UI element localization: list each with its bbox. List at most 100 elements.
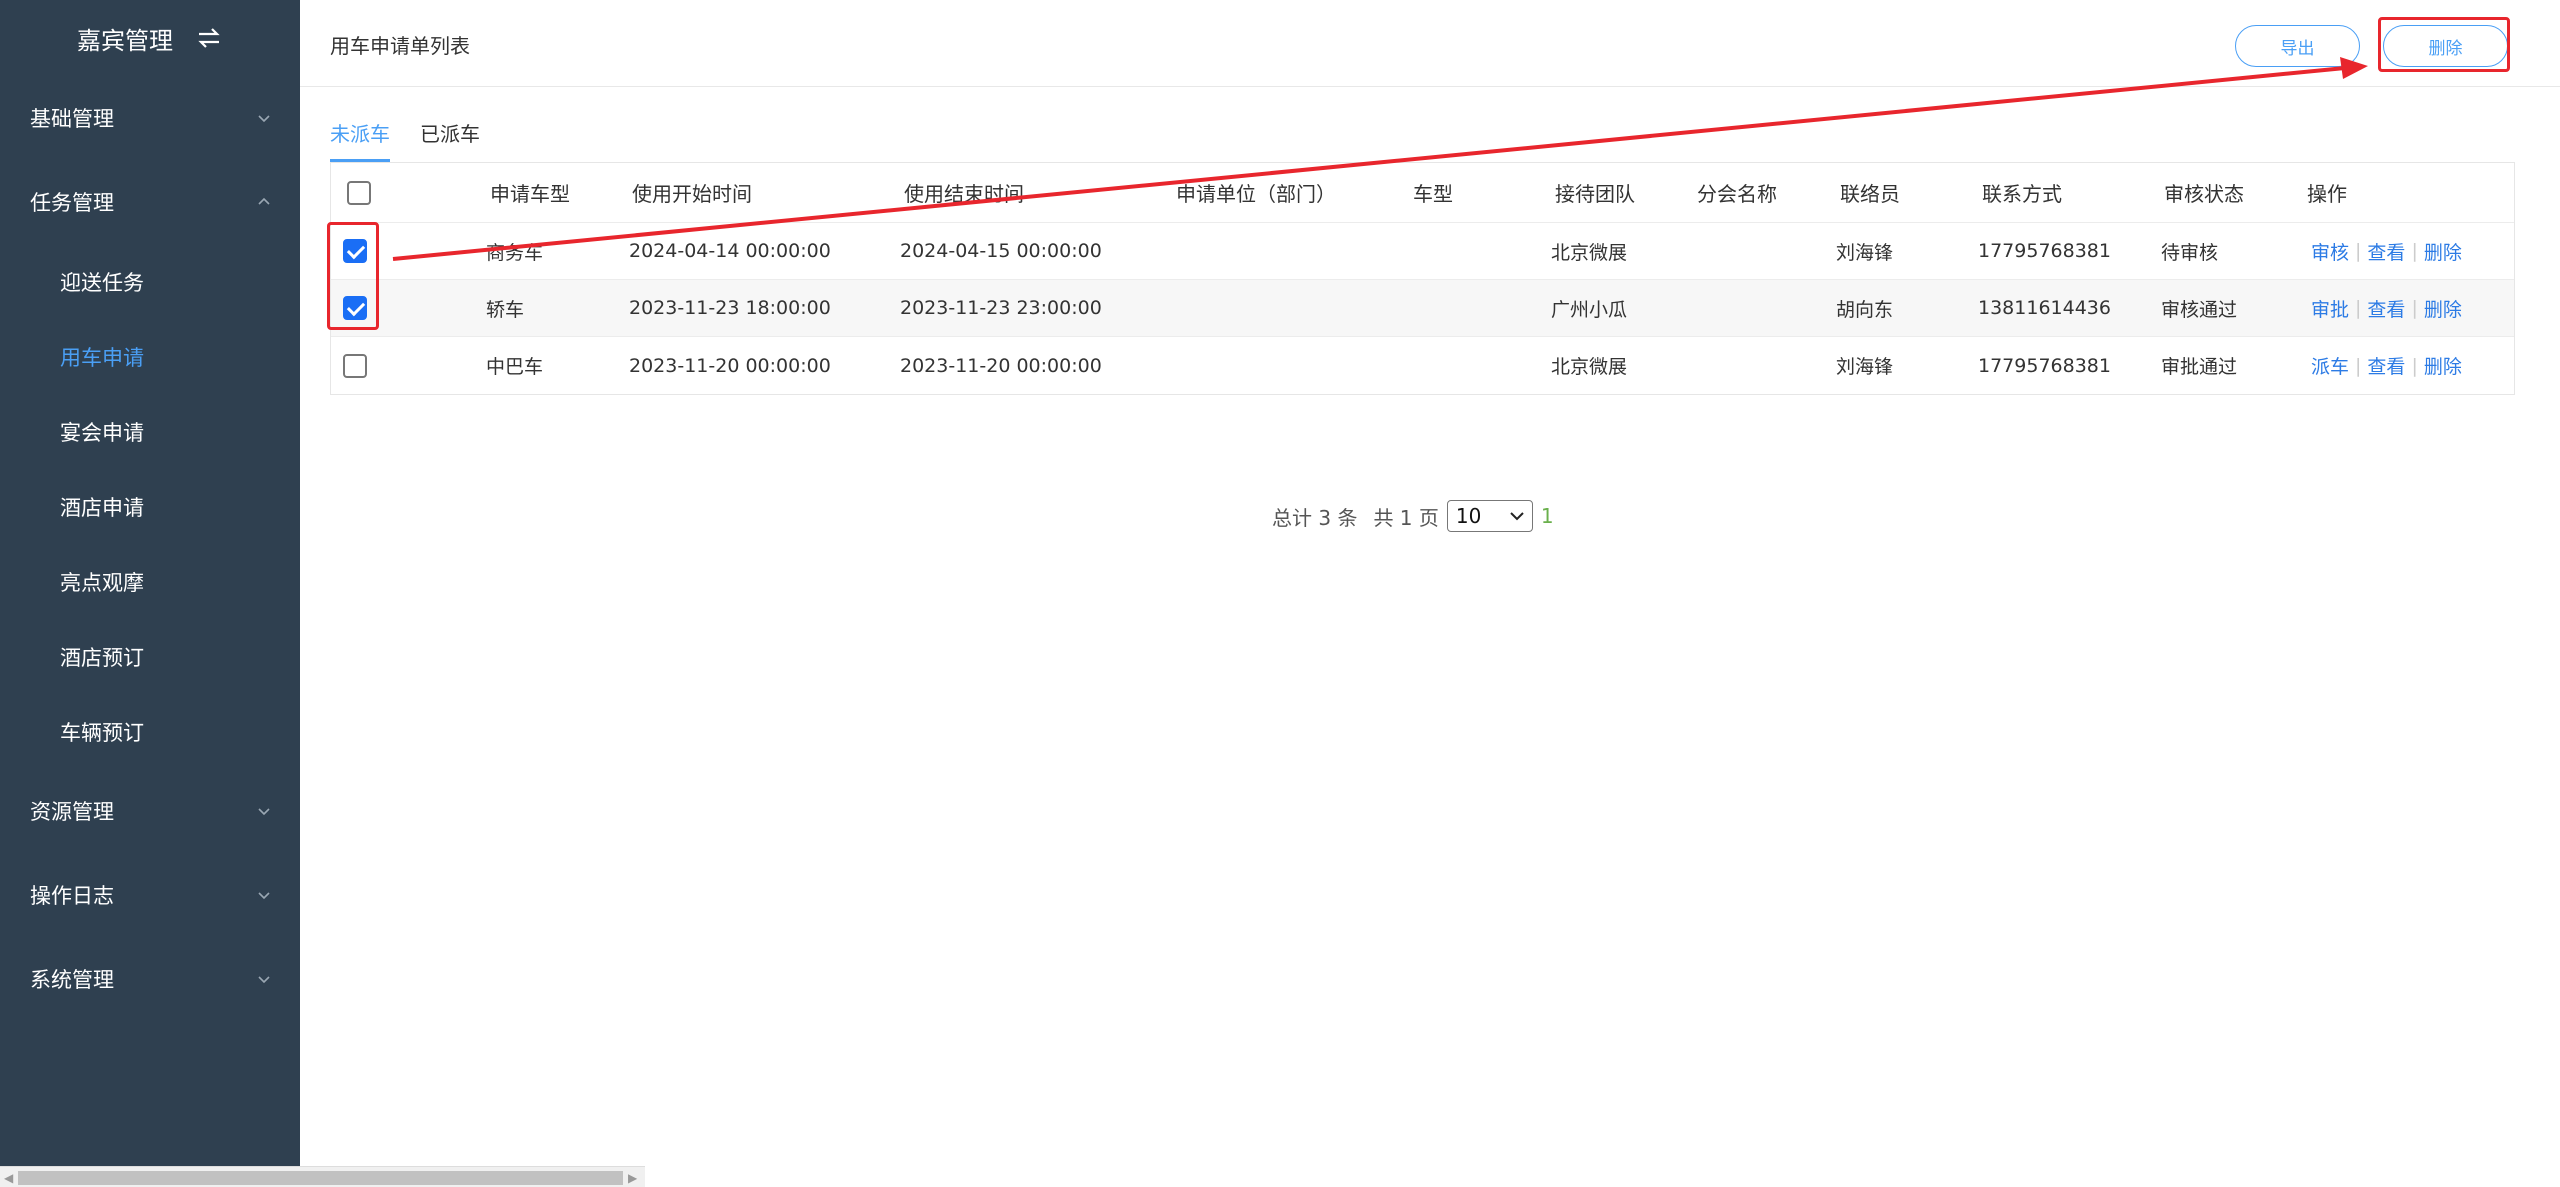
- cell-vehicle: 中巴车: [486, 356, 544, 378]
- view-link[interactable]: 查看: [2367, 352, 2405, 379]
- column-header: 车型: [1413, 182, 1453, 206]
- row-select-cell: [343, 280, 367, 336]
- menu-group-tasks[interactable]: 任务管理: [0, 160, 300, 244]
- menu-group-label: 基础管理: [30, 107, 114, 131]
- page-link-current[interactable]: 1: [1541, 504, 1554, 528]
- column-header: 接待团队: [1555, 182, 1635, 206]
- select-all-cell: [347, 163, 371, 222]
- action-divider: |: [2411, 240, 2418, 262]
- chevron-up-icon: [258, 197, 270, 205]
- sidebar-item-vehicle-requests[interactable]: 用车申请: [0, 319, 300, 394]
- dispatch-link[interactable]: 派车: [2311, 352, 2349, 379]
- page-size-select[interactable]: 10: [1446, 500, 1533, 532]
- column-header: 申请车型: [490, 182, 570, 206]
- cell-team: 广州小瓜: [1551, 298, 1628, 321]
- menu-group-label: 操作日志: [30, 884, 114, 908]
- cell-status: 审核通过: [2161, 298, 2238, 321]
- table-row: 中巴车 2023-11-20 00:00:00 2023-11-20 00:00…: [331, 337, 2514, 394]
- tab-not-dispatched[interactable]: 未派车: [330, 118, 390, 162]
- cell-start-time: 2023-11-23 18:00:00: [629, 297, 831, 319]
- cell-start-time: 2023-11-20 00:00:00: [629, 354, 831, 377]
- pagination: 总计 3 条 共 1 页 10 1: [1272, 500, 1554, 532]
- menu-group-system[interactable]: 系统管理: [0, 937, 300, 1021]
- menu-group-label: 系统管理: [30, 968, 114, 992]
- column-header: 使用开始时间: [632, 182, 752, 206]
- cell-end-time: 2024-04-15 00:00:00: [900, 240, 1102, 262]
- cell-actions: 审核 | 查看 | 删除: [2311, 223, 2462, 279]
- column-header: 使用结束时间: [904, 182, 1024, 206]
- cell-phone: 17795768381: [1978, 354, 2111, 377]
- chevron-down-icon: [258, 808, 270, 816]
- column-header: 分会名称: [1697, 182, 1777, 206]
- total-count: 总计 3 条: [1272, 505, 1358, 530]
- row-checkbox[interactable]: [343, 353, 367, 378]
- cell-phone: 13811614436: [1978, 297, 2111, 319]
- cell-status: 待审核: [2161, 241, 2219, 264]
- cell-actions: 派车 | 查看 | 删除: [2311, 337, 2462, 394]
- tab-bar: 未派车 已派车: [330, 118, 480, 162]
- sidebar-brand: 嘉宾管理: [0, 0, 300, 76]
- sidebar-item-pickup-tasks[interactable]: 迎送任务: [0, 244, 300, 319]
- cell-contact: 刘海锋: [1836, 356, 1894, 378]
- view-link[interactable]: 查看: [2367, 238, 2405, 265]
- cell-end-time: 2023-11-20 00:00:00: [900, 354, 1102, 377]
- delete-link[interactable]: 删除: [2424, 352, 2462, 379]
- review-link[interactable]: 审核: [2311, 238, 2349, 265]
- sidebar-item-hotel-requests[interactable]: 酒店申请: [0, 469, 300, 544]
- delete-button[interactable]: 删除: [2383, 25, 2508, 67]
- sidebar-item-hotel-booking[interactable]: 酒店预订: [0, 619, 300, 694]
- menu-group-resources[interactable]: 资源管理: [0, 769, 300, 853]
- switch-icon[interactable]: [195, 26, 223, 50]
- chevron-down-icon: [258, 892, 270, 900]
- table-row: 商务车 2024-04-14 00:00:00 2024-04-15 00:00…: [331, 223, 2514, 280]
- sidebar-item-banquet-requests[interactable]: 宴会申请: [0, 394, 300, 469]
- cell-contact: 胡向东: [1836, 298, 1894, 321]
- table-header-row: 申请车型 使用开始时间 使用结束时间 申请单位（部门） 车型 接待团队 分会名称…: [331, 163, 2514, 223]
- sidebar-item-highlight-tours[interactable]: 亮点观摩: [0, 544, 300, 619]
- tab-dispatched[interactable]: 已派车: [420, 118, 480, 162]
- scrollbar-thumb[interactable]: [18, 1171, 623, 1185]
- sidebar-item-vehicle-booking[interactable]: 车辆预订: [0, 694, 300, 769]
- row-select-cell: [343, 337, 367, 394]
- chevron-down-icon: [258, 976, 270, 984]
- column-header: 申请单位（部门）: [1176, 182, 1336, 206]
- cell-end-time: 2023-11-23 23:00:00: [900, 297, 1102, 319]
- row-checkbox[interactable]: [343, 239, 367, 263]
- menu-group-label: 资源管理: [30, 800, 114, 824]
- page-size-value: 10: [1455, 504, 1482, 528]
- scroll-left-icon[interactable]: ◀: [4, 1171, 13, 1185]
- cell-team: 北京微展: [1551, 356, 1628, 378]
- chevron-down-icon: [258, 115, 270, 123]
- cell-contact: 刘海锋: [1836, 241, 1894, 264]
- cell-vehicle: 商务车: [486, 241, 544, 264]
- table-row: 轿车 2023-11-23 18:00:00 2023-11-23 23:00:…: [331, 280, 2514, 337]
- scroll-right-icon[interactable]: ▶: [628, 1171, 637, 1185]
- menu-group-basic[interactable]: 基础管理: [0, 76, 300, 160]
- action-divider: |: [2355, 240, 2362, 262]
- menu-group-logs[interactable]: 操作日志: [0, 853, 300, 937]
- column-header: 操作: [2307, 182, 2347, 206]
- delete-link[interactable]: 删除: [2424, 238, 2462, 265]
- column-header: 审核状态: [2164, 182, 2244, 206]
- horizontal-scrollbar[interactable]: ◀ ▶: [0, 1166, 645, 1187]
- page-title: 用车申请单列表: [330, 34, 470, 58]
- row-select-cell: [343, 223, 367, 279]
- page-count: 共 1 页: [1373, 505, 1439, 530]
- view-link[interactable]: 查看: [2367, 295, 2405, 322]
- app-window: 嘉宾管理 基础管理 任务管理 迎送任务 用车申请 宴会申请 酒店申请 亮点观摩 …: [0, 0, 2560, 1187]
- column-header: 联系方式: [1982, 182, 2062, 206]
- cell-actions: 审批 | 查看 | 删除: [2311, 280, 2462, 336]
- sidebar: 嘉宾管理 基础管理 任务管理 迎送任务 用车申请 宴会申请 酒店申请 亮点观摩 …: [0, 0, 300, 1187]
- menu-group-label: 任务管理: [30, 191, 114, 215]
- row-checkbox[interactable]: [343, 296, 367, 320]
- cell-vehicle: 轿车: [486, 298, 525, 321]
- cell-team: 北京微展: [1551, 241, 1628, 264]
- delete-link[interactable]: 删除: [2424, 295, 2462, 322]
- export-button[interactable]: 导出: [2235, 25, 2360, 67]
- page-header: 用车申请单列表 导出 删除: [300, 0, 2560, 87]
- requests-table: 申请车型 使用开始时间 使用结束时间 申请单位（部门） 车型 接待团队 分会名称…: [330, 162, 2515, 395]
- approve-link[interactable]: 审批: [2311, 295, 2349, 322]
- action-divider: |: [2411, 297, 2418, 319]
- action-divider: |: [2355, 354, 2362, 377]
- select-all-checkbox[interactable]: [347, 180, 371, 205]
